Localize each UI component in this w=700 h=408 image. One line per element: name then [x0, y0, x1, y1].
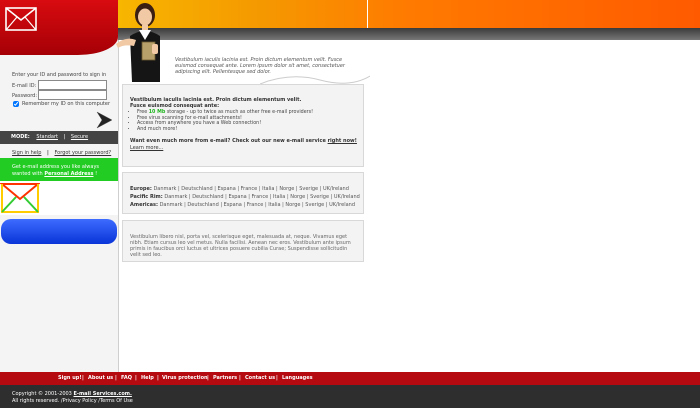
login-prompt: Enter your ID and password to sign in: [12, 72, 107, 78]
woman-holding-book-image: [116, 3, 160, 82]
mode-standard-link[interactable]: Standart: [36, 134, 58, 140]
sign-in-help-link[interactable]: Sign in help: [12, 150, 41, 156]
list-item: And much more!: [137, 127, 313, 133]
upgrade-question-text: Want even much more from e-mail? Check o…: [130, 138, 326, 144]
region-links[interactable]: Danmark | Deutschland | Espana | France …: [153, 186, 348, 192]
region-links[interactable]: Danmark | Deutschland | Espana | France …: [160, 202, 355, 208]
storage-highlight: 10 Mb: [148, 110, 166, 115]
learn-more-link[interactable]: Learn more...: [130, 145, 163, 151]
region-label: Pacific Rim:: [130, 194, 163, 200]
header-banner: [118, 0, 700, 28]
envelope-graphic-block: [0, 181, 118, 215]
footer-link-help[interactable]: Help: [141, 372, 154, 385]
footer-nav: Sign up! | About us | FAQ | Help | Virus…: [0, 372, 700, 385]
colorful-envelope-icon: [0, 183, 41, 213]
privacy-policy-link[interactable]: Privacy Policy: [63, 398, 97, 404]
features-heading-line2: Fusce euismod consequat ante:: [130, 103, 220, 109]
envelope-logo-icon: [5, 7, 37, 31]
password-label: Password:: [12, 93, 38, 99]
personal-address-link[interactable]: Personal Address: [44, 171, 93, 177]
footer-link-virus[interactable]: Virus protection: [162, 372, 208, 385]
password-field[interactable]: [38, 90, 107, 100]
region-pacific: Pacific Rim: Danmark | Deutschland | Esp…: [130, 194, 360, 200]
header-divider: [367, 0, 368, 28]
footer-copyright: Copyright © 2001-2003 E-mail Services.co…: [0, 385, 700, 408]
mode-bar: MODE: Standart | Secure: [0, 131, 118, 144]
footer-link-faq[interactable]: FAQ: [121, 372, 132, 385]
sign-in-arrow-button[interactable]: [95, 111, 113, 129]
region-label: Europe:: [130, 186, 152, 192]
features-heading: Vestibulum iaculis lacinia est. Proin di…: [130, 97, 301, 109]
copyright-line: Copyright © 2001-2003 E-mail Services.co…: [12, 391, 132, 397]
info-text: Vestibulum libero nisl, porta vel, scele…: [130, 234, 351, 258]
footer-link-sign-up[interactable]: Sign up!: [58, 372, 82, 385]
region-links[interactable]: Danmark | Deutschland | Espana | France …: [164, 194, 359, 200]
help-links: Sign in help | Forgot your password?: [12, 150, 112, 156]
info-panel: Vestibulum libero nisl, porta vel, scele…: [122, 220, 364, 262]
remember-label: Remember my ID on this computer: [22, 101, 111, 107]
footer-link-contact[interactable]: Contact us: [245, 372, 275, 385]
email-label: E-mail ID:: [12, 83, 37, 89]
terms-of-use-link[interactable]: Terms Of Use: [100, 398, 133, 404]
rights-line: All rights reserved. /Privacy Policy /Te…: [12, 398, 133, 404]
header-dark-strip: [118, 28, 700, 40]
footer-link-partners[interactable]: Partners: [213, 372, 237, 385]
regions-panel: Europe: Danmark | Deutschland | Espana |…: [122, 172, 364, 214]
rights-text: All rights reserved.: [12, 398, 60, 404]
promo-line2-prefix: wanted with: [12, 171, 43, 177]
upgrade-question: Want even much more from e-mail? Check o…: [130, 138, 357, 144]
region-label: Americas:: [130, 202, 158, 208]
right-now-link[interactable]: right now!: [328, 138, 357, 144]
promo-line2-suffix: !: [95, 171, 98, 177]
copyright-text: Copyright © 2001-2003: [12, 391, 72, 397]
promo-line1: Get e-mail address you like always: [12, 164, 100, 170]
forgot-password-link[interactable]: Forgot your password?: [54, 150, 111, 156]
personal-address-promo: Get e-mail address you like always wante…: [0, 158, 118, 181]
remember-checkbox[interactable]: [13, 101, 19, 107]
features-panel: Vestibulum iaculis lacinia est. Proin di…: [122, 84, 364, 167]
footer-link-languages[interactable]: Languages: [282, 372, 313, 385]
list-item: Free 10 Mb storage - up to twice as much…: [137, 110, 313, 116]
company-link[interactable]: E-mail Services.com.: [73, 391, 131, 397]
region-americas: Americas: Danmark | Deutschland | Espana…: [130, 202, 355, 208]
logo-block: [0, 0, 118, 55]
email-field[interactable]: [38, 80, 107, 90]
bullet1-prefix: Free: [137, 110, 148, 115]
mode-secure-link[interactable]: Secure: [71, 134, 88, 140]
footer-link-about[interactable]: About us: [88, 372, 113, 385]
blue-banner-button[interactable]: [1, 219, 117, 244]
bullet1-suffix: storage - up to twice as much as other f…: [166, 110, 314, 115]
region-europe: Europe: Danmark | Deutschland | Espana |…: [130, 186, 349, 192]
mode-label: MODE:: [11, 134, 30, 140]
features-list: Free 10 Mb storage - up to twice as much…: [130, 110, 313, 132]
